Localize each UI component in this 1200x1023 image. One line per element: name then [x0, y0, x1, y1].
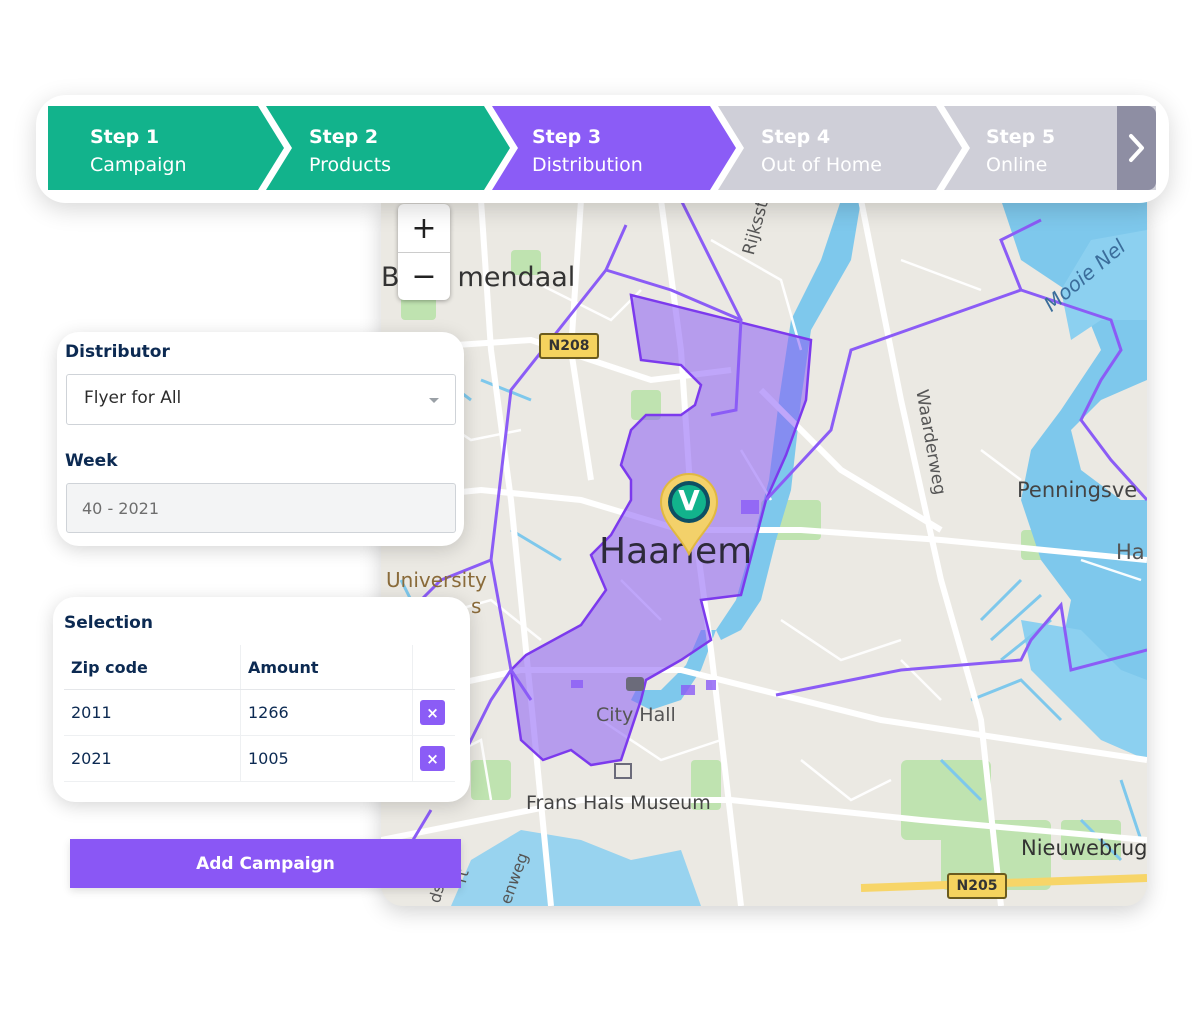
column-header-amount: Amount [240, 645, 413, 690]
museum-icon [614, 763, 632, 779]
step-number: Step 1 [90, 126, 160, 148]
distributor-card: Distributor Flyer for All Week 40 - 2021 [57, 332, 464, 546]
table-row: 2011 1266 × [64, 689, 455, 736]
table-row: 2021 1005 × [64, 735, 455, 782]
step-number: Step 2 [309, 126, 379, 148]
zip-cell: 2021 [64, 735, 241, 782]
selection-card: Selection Zip code Amount 2011 1266 × 20… [53, 597, 470, 802]
column-header-actions [412, 645, 455, 690]
amount-cell: 1005 [240, 735, 413, 782]
action-cell: × [412, 689, 455, 736]
selection-table: Zip code Amount 2011 1266 × 2021 1005 × [64, 645, 455, 782]
map-label-university-rest: s [471, 594, 482, 618]
step-products[interactable]: Step 2 Products [266, 106, 510, 190]
column-header-zip: Zip code [64, 645, 241, 690]
stepper-next-button[interactable] [1117, 106, 1156, 190]
map-label-museum: Frans Hals Museum [526, 792, 711, 814]
map-canvas[interactable] [381, 200, 1147, 906]
zoom-in-button[interactable]: + [398, 204, 450, 252]
step-label: Campaign [90, 154, 187, 176]
map-label-ha: Ha [1116, 540, 1145, 564]
week-field[interactable]: 40 - 2021 [66, 483, 456, 533]
campaign-stepper: Step 1 Campaign Step 2 Products Step 3 D… [48, 106, 1156, 190]
distribution-map[interactable]: Bmendaal Haarlem University s City Hall … [381, 200, 1147, 906]
week-label: Week [65, 451, 118, 471]
step-number: Step 3 [532, 126, 602, 148]
marker-letter: V [678, 484, 700, 517]
map-label-nieuwebrug: Nieuwebrug [1021, 836, 1147, 860]
map-label-penningsveer: Penningsve [1017, 478, 1138, 502]
close-icon: × [426, 703, 439, 722]
step-label: Out of Home [761, 154, 882, 176]
selection-title: Selection [64, 613, 153, 633]
zip-cell: 2011 [64, 689, 241, 736]
step-label: Products [309, 154, 392, 176]
distributor-select-value: Flyer for All [84, 388, 182, 408]
map-zoom-control: + − [398, 204, 450, 300]
road-shield-n205: N205 [947, 873, 1007, 899]
chevron-down-icon [429, 398, 439, 403]
week-field-value: 40 - 2021 [82, 499, 160, 518]
step-campaign[interactable]: Step 1 Campaign [48, 106, 284, 190]
distributor-select[interactable]: Flyer for All [66, 374, 456, 425]
step-number: Step 4 [761, 126, 831, 148]
zoom-out-button[interactable]: − [398, 252, 450, 300]
map-label-university: University [386, 568, 487, 592]
delete-row-button[interactable]: × [420, 700, 445, 725]
add-campaign-button[interactable]: Add Campaign [70, 839, 461, 888]
camera-icon [626, 677, 644, 691]
location-pin-icon[interactable]: V [659, 472, 719, 556]
step-distribution[interactable]: Step 3 Distribution [492, 106, 736, 190]
chevron-right-icon [1128, 134, 1144, 162]
distributor-label: Distributor [65, 342, 170, 362]
table-header-row: Zip code Amount [64, 645, 455, 690]
step-out-of-home[interactable]: Step 4 Out of Home [718, 106, 962, 190]
step-label: Online [986, 154, 1048, 176]
step-label: Distribution [532, 154, 643, 176]
amount-cell: 1266 [240, 689, 413, 736]
road-shield-n208: N208 [539, 333, 599, 359]
map-label-city-hall: City Hall [596, 704, 676, 726]
delete-row-button[interactable]: × [420, 746, 445, 771]
step-number: Step 5 [986, 126, 1056, 148]
close-icon: × [426, 749, 439, 768]
action-cell: × [412, 735, 455, 782]
